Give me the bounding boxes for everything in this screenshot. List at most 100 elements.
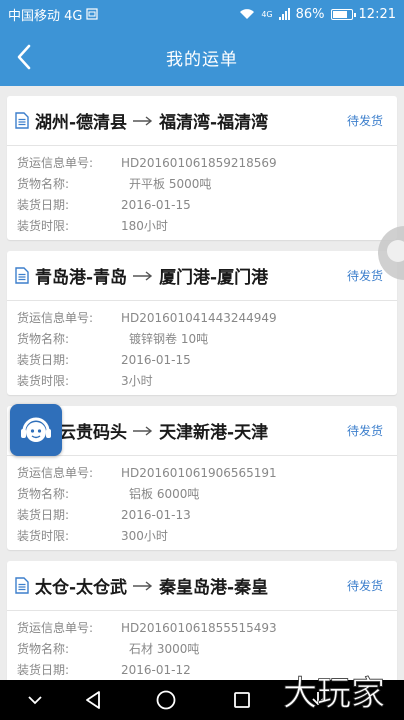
shipment-status-button[interactable]: 待发货 xyxy=(341,418,389,443)
order-card-header: 湖州-德清县 福清湾-福清湾 待发货 xyxy=(7,96,397,146)
route-origin: 太仓-太仓武 xyxy=(35,578,128,598)
carrier-label: 中国移动 4G xyxy=(8,8,83,24)
time-limit-label: 装货时限: xyxy=(17,219,70,233)
arrow-right-icon xyxy=(133,115,153,126)
route: 湖州-德清县 福清湾-福清湾 xyxy=(35,108,341,133)
goods-row: 货物名称: 石材 3000吨 xyxy=(17,638,387,659)
goods-value: 镀锌钢卷 10吨 xyxy=(129,332,209,346)
time-limit-row: 装货时限: 180小时 xyxy=(17,215,387,236)
page-title: 我的运单 xyxy=(166,49,238,70)
time-limit-value: 300小时 xyxy=(121,529,168,543)
order-card-header: 太仓-太仓武 秦皇岛港-秦皇 待发货 xyxy=(7,561,397,611)
route-origin: 青岛港-青岛 xyxy=(35,268,128,288)
order-list[interactable]: 湖州-德清县 福清湾-福清湾 待发货 货运信息单号: HD20160106185… xyxy=(0,86,404,680)
order-card[interactable]: 青岛港-青岛 厦门港-厦门港 待发货 货运信息单号: HD20160104144… xyxy=(7,251,397,395)
time-limit-value: 3小时 xyxy=(121,374,153,388)
order-no-row: 货运信息单号: HD201601061906565191 xyxy=(17,462,387,483)
goods-label: 货物名称: xyxy=(17,487,70,501)
order-no-value: HD201601041443244949 xyxy=(121,310,277,325)
document-icon xyxy=(15,577,29,594)
order-no-row: 货运信息单号: HD201601041443244949 xyxy=(17,307,387,328)
order-no-label: 货运信息单号: xyxy=(17,621,94,635)
route-destination: 天津新港-天津 xyxy=(159,423,269,443)
circle-home-icon xyxy=(156,690,176,710)
load-date-row: 装货日期: 2016-01-15 xyxy=(17,194,387,215)
order-card-header: 青岛港-青岛 厦门港-厦门港 待发货 xyxy=(7,251,397,301)
order-card-header: 陵-云贵码头 天津新港-天津 待发货 xyxy=(7,406,397,456)
time-limit-row: 装货时限: 3小时 xyxy=(17,370,387,391)
order-card[interactable]: 湖州-德清县 福清湾-福清湾 待发货 货运信息单号: HD20160106185… xyxy=(7,96,397,240)
chevron-left-icon xyxy=(17,44,31,70)
nav-back-button[interactable] xyxy=(80,688,106,712)
goods-row: 货物名称: 开平板 5000吨 xyxy=(17,173,387,194)
load-date-label: 装货日期: xyxy=(17,663,70,677)
shipment-status-button[interactable]: 待发货 xyxy=(341,573,389,598)
order-card-details: 货运信息单号: HD201601061859218569 货物名称: 开平板 5… xyxy=(7,146,397,240)
battery-icon xyxy=(330,8,356,20)
load-date-label: 装货日期: xyxy=(17,198,70,212)
load-date-value: 2016-01-12 xyxy=(121,662,191,677)
route: 陵-云贵码头 天津新港-天津 xyxy=(35,418,341,443)
goods-label: 货物名称: xyxy=(17,177,70,191)
time-limit-label: 装货时限: xyxy=(17,529,70,543)
goods-row: 货物名称: 铝板 6000吨 xyxy=(17,483,387,504)
route-destination: 福清湾-福清湾 xyxy=(159,113,269,133)
order-no-value: HD201601061855515493 xyxy=(121,620,277,635)
nav-home-button[interactable] xyxy=(153,688,179,712)
load-date-label: 装货日期: xyxy=(17,353,70,367)
nav-recents-button[interactable] xyxy=(229,688,255,712)
clock: 12:21 xyxy=(358,6,396,22)
watermark-logo: 大玩家 xyxy=(283,674,386,715)
square-recents-icon xyxy=(234,692,250,708)
arrow-right-icon xyxy=(133,425,153,436)
time-limit-row: 装货时限: 300小时 xyxy=(17,525,387,546)
load-date-value: 2016-01-15 xyxy=(121,352,191,367)
route-destination: 秦皇岛港-秦皇 xyxy=(159,578,269,598)
order-no-label: 货运信息单号: xyxy=(17,466,94,480)
goods-value: 铝板 6000吨 xyxy=(129,487,200,501)
headset-icon xyxy=(21,417,51,442)
triangle-back-icon xyxy=(86,691,100,709)
route: 青岛港-青岛 厦门港-厦门港 xyxy=(35,263,341,288)
order-no-value: HD201601061906565191 xyxy=(121,465,277,480)
goods-label: 货物名称: xyxy=(17,332,70,346)
load-date-label: 装货日期: xyxy=(17,508,70,522)
wifi-icon xyxy=(240,9,255,19)
load-date-value: 2016-01-15 xyxy=(121,197,191,212)
order-no-value: HD201601061859218569 xyxy=(121,155,277,170)
status-bar: 中国移动 4G 4G 86% 12:21 xyxy=(0,0,404,28)
load-date-row: 装货日期: 2016-01-13 xyxy=(17,504,387,525)
app-header: 我的运单 xyxy=(0,28,404,86)
order-no-label: 货运信息单号: xyxy=(17,311,94,325)
order-card[interactable]: 太仓-太仓武 秦皇岛港-秦皇 待发货 货运信息单号: HD20160106185… xyxy=(7,561,397,680)
order-no-row: 货运信息单号: HD201601061859218569 xyxy=(17,152,387,173)
load-date-row: 装货日期: 2016-01-15 xyxy=(17,349,387,370)
signal-icon xyxy=(278,8,290,20)
goods-value: 开平板 5000吨 xyxy=(129,177,212,191)
route: 太仓-太仓武 秦皇岛港-秦皇 xyxy=(35,573,341,598)
load-date-value: 2016-01-13 xyxy=(121,507,191,522)
time-limit-value: 180小时 xyxy=(121,219,168,233)
document-icon xyxy=(15,112,29,129)
battery-percent: 86% xyxy=(295,6,325,22)
route-destination: 厦门港-厦门港 xyxy=(159,268,269,288)
network-type-label: 4G xyxy=(261,9,273,19)
order-no-row: 货运信息单号: HD201601061855515493 xyxy=(17,617,387,638)
customer-service-button[interactable] xyxy=(10,404,62,456)
arrow-right-icon xyxy=(133,270,153,281)
order-no-label: 货运信息单号: xyxy=(17,156,94,170)
route-origin: 湖州-德清县 xyxy=(35,113,128,133)
goods-row: 货物名称: 镀锌钢卷 10吨 xyxy=(17,328,387,349)
goods-value: 石材 3000吨 xyxy=(129,642,200,656)
shipment-status-button[interactable]: 待发货 xyxy=(341,108,389,133)
goods-label: 货物名称: xyxy=(17,642,70,656)
order-card-details: 货运信息单号: HD201601061906565191 货物名称: 铝板 60… xyxy=(7,456,397,550)
order-card-details: 货运信息单号: HD201601041443244949 货物名称: 镀锌钢卷 … xyxy=(7,301,397,395)
arrow-right-icon xyxy=(133,580,153,591)
back-button[interactable] xyxy=(10,42,38,72)
order-card[interactable]: 陵-云贵码头 天津新港-天津 待发货 货运信息单号: HD20160106190… xyxy=(7,406,397,550)
watermark-text: 大玩家 xyxy=(283,674,385,714)
time-limit-label: 装货时限: xyxy=(17,374,70,388)
document-icon xyxy=(15,267,29,284)
nav-hide-button[interactable] xyxy=(22,688,48,712)
